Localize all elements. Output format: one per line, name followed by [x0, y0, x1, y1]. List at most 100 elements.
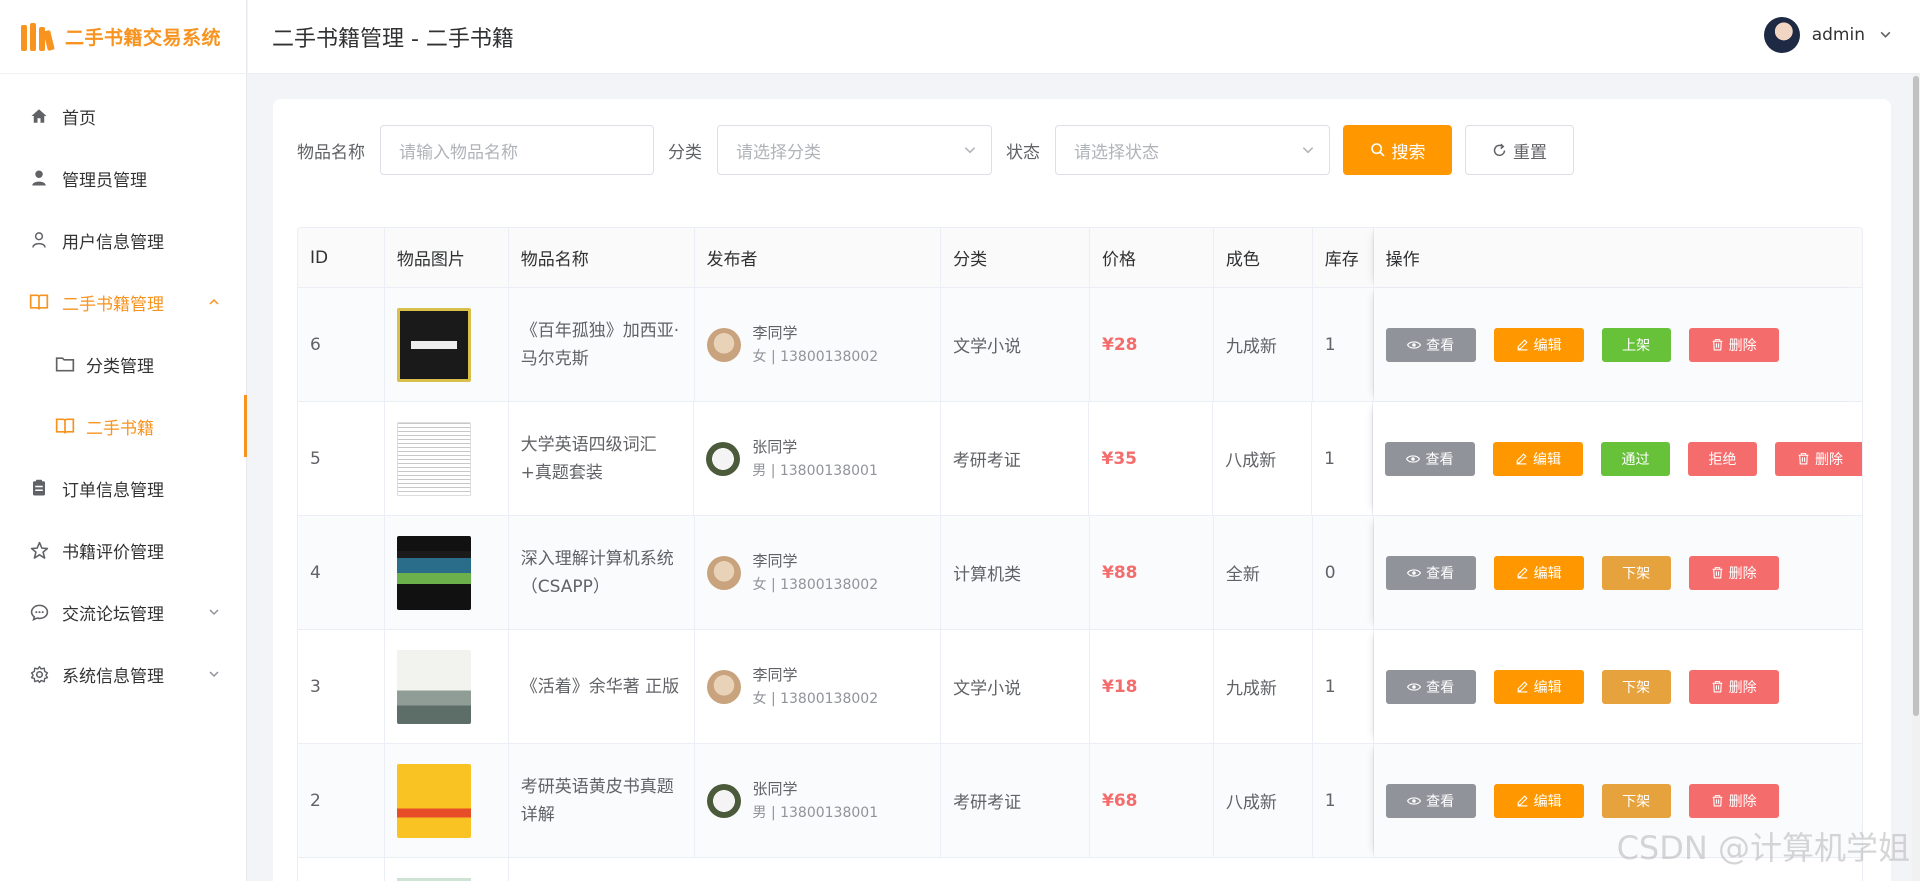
view-button-label: 查看	[1425, 450, 1454, 467]
page-scrollbar[interactable]	[1912, 74, 1920, 881]
edit-button[interactable]: 编辑	[1493, 327, 1584, 362]
user-menu[interactable]: admin	[1763, 17, 1892, 53]
column-header-category: 分类	[941, 228, 1090, 287]
search-button[interactable]: 搜索	[1343, 125, 1452, 175]
cell-price: ¥68	[1101, 790, 1138, 811]
delete-button[interactable]: 删除	[1774, 441, 1862, 476]
book-cover-image[interactable]	[396, 535, 471, 610]
book-cover-image[interactable]	[396, 649, 471, 724]
view-button[interactable]: 查看	[1385, 783, 1476, 818]
sidebar-item-users[interactable]: 用户信息管理	[0, 209, 246, 271]
eye-icon	[1407, 340, 1422, 349]
search-icon	[1370, 143, 1385, 157]
view-button[interactable]: 查看	[1385, 669, 1476, 704]
home-icon	[28, 105, 50, 127]
view-button-label: 查看	[1426, 678, 1455, 695]
publisher-meta: 男 | 13800138001	[752, 804, 879, 821]
avatar[interactable]	[1763, 17, 1800, 53]
logo[interactable]: 二手书籍交易系统	[0, 0, 246, 74]
category-select[interactable]: 请选择分类	[717, 125, 992, 175]
star-icon	[28, 539, 50, 561]
publisher-name: 李同学	[752, 665, 798, 684]
cell-category: 考研考证	[941, 744, 1090, 857]
publisher: 张同学 男 | 13800138001	[706, 435, 878, 483]
delete-button[interactable]: 删除	[1688, 555, 1779, 590]
view-button-label: 查看	[1426, 792, 1455, 809]
status-select-placeholder: 请选择状态	[1074, 142, 1159, 163]
publisher-name: 张同学	[752, 779, 798, 798]
name-search-placeholder: 请输入物品名称	[399, 142, 518, 163]
user-solid-icon	[28, 167, 50, 189]
view-button[interactable]: 查看	[1385, 327, 1476, 362]
reset-button-label: 重置	[1513, 142, 1547, 162]
book-cover-image[interactable]	[397, 877, 471, 881]
delete-button[interactable]: 删除	[1688, 783, 1779, 818]
unpublish-button[interactable]: 下架	[1601, 555, 1671, 590]
unpublish-button[interactable]: 下架	[1601, 783, 1671, 818]
cell-price: ¥28	[1101, 334, 1138, 355]
edit-button[interactable]: 编辑	[1493, 555, 1584, 590]
book-cover-image[interactable]	[396, 307, 471, 382]
view-button[interactable]: 查看	[1385, 555, 1476, 590]
reject-button[interactable]: 拒绝	[1687, 441, 1757, 476]
sidebar-item-books[interactable]: 二手书籍管理	[0, 271, 246, 333]
cell-condition: 九成新	[1214, 288, 1313, 401]
sidebar-item-categories[interactable]: 分类管理	[0, 333, 246, 395]
cell-condition: 八成新	[1214, 744, 1313, 857]
gear-icon	[28, 663, 50, 685]
table-row: 4 深入理解计算机系统（CSAPP） 李同学 女 | 13800138002 计…	[298, 516, 1862, 630]
edit-button-label: 编辑	[1533, 336, 1562, 353]
delete-button-label: 删除	[1728, 564, 1757, 581]
publisher-meta: 女 | 13800138002	[752, 348, 879, 365]
sidebar-item-orders[interactable]: 订单信息管理	[0, 457, 246, 519]
table-header: ID 物品图片 物品名称 发布者 分类 价格 成色 库存 操作	[298, 228, 1862, 288]
watermark: CSDN @计算机学姐	[1616, 829, 1910, 867]
scrollbar-thumb[interactable]	[1913, 76, 1919, 716]
eye-icon	[1406, 454, 1421, 463]
cell-category: 文学小说	[941, 630, 1090, 743]
sidebar-item-secondhand-books[interactable]: 二手书籍	[0, 395, 247, 457]
chevron-down-icon	[963, 142, 977, 162]
name-search-input[interactable]: 请输入物品名称	[380, 125, 654, 175]
cell-category: 考研考证	[941, 402, 1090, 515]
status-filter-label: 状态	[1006, 142, 1040, 163]
row-actions: 查看 编辑 下架 删除	[1385, 783, 1797, 818]
content-panel: 物品名称 请输入物品名称 分类 请选择分类 状态 请选择状态 搜索 重置 ID …	[273, 99, 1891, 881]
book-cover-image[interactable]	[396, 421, 471, 496]
edit-button[interactable]: 编辑	[1492, 441, 1583, 476]
trash-icon	[1712, 567, 1723, 579]
sidebar-item-home[interactable]: 首页	[0, 85, 246, 147]
chevron-down-icon	[208, 665, 220, 685]
chevron-down-icon	[1879, 26, 1892, 45]
unpublish-button[interactable]: 下架	[1601, 669, 1671, 704]
header: 二手书籍管理 - 二手书籍 admin	[248, 0, 1920, 74]
book-cover-image[interactable]	[396, 763, 471, 838]
publisher-meta: 男 | 13800138001	[752, 462, 878, 479]
edit-button-label: 编辑	[1533, 792, 1562, 809]
sidebar-item-reviews[interactable]: 书籍评价管理	[0, 519, 246, 581]
view-button[interactable]: 查看	[1384, 441, 1475, 476]
delete-button[interactable]: 删除	[1688, 669, 1779, 704]
publish-button[interactable]: 上架	[1601, 327, 1671, 362]
sidebar-item-label: 二手书籍	[86, 418, 154, 439]
delete-button[interactable]: 删除	[1688, 327, 1779, 362]
approve-button[interactable]: 通过	[1600, 441, 1670, 476]
sidebar-item-admins[interactable]: 管理员管理	[0, 147, 246, 209]
sidebar-item-label: 订单信息管理	[62, 480, 164, 501]
edit-icon	[1517, 795, 1528, 807]
sidebar-item-forum[interactable]: 交流论坛管理	[0, 581, 246, 643]
table-row: 3 《活着》余华著 正版 李同学 女 | 13800138002 文学小说 ¥1…	[298, 630, 1862, 744]
cell-id: 4	[298, 516, 385, 629]
cell-price: ¥35	[1101, 448, 1137, 469]
book-icon	[28, 291, 50, 313]
sidebar-item-system[interactable]: 系统信息管理	[0, 643, 246, 705]
publisher-avatar	[706, 327, 741, 362]
edit-button[interactable]: 编辑	[1493, 783, 1584, 818]
reset-button[interactable]: 重置	[1465, 125, 1574, 175]
publisher-meta: 女 | 13800138002	[752, 576, 879, 593]
column-header-actions: 操作	[1374, 228, 1862, 287]
publisher: 李同学 女 | 13800138002	[706, 663, 878, 711]
edit-button[interactable]: 编辑	[1493, 669, 1584, 704]
category-select-placeholder: 请选择分类	[736, 142, 821, 163]
status-select[interactable]: 请选择状态	[1055, 125, 1330, 175]
